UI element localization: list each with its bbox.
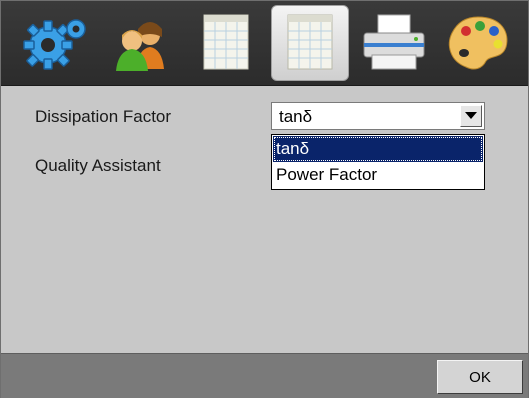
toolbar <box>1 1 528 86</box>
calendar-icon <box>287 14 333 70</box>
calendar-button-1[interactable] <box>187 5 265 81</box>
option-tan-delta[interactable]: tanδ <box>273 136 483 162</box>
settings-panel: Dissipation Factor Quality Assistant tan… <box>1 86 528 352</box>
palette-icon <box>448 16 508 70</box>
dropdown-list: tanδ Power Factor <box>271 134 485 190</box>
calendar-button-2[interactable] <box>271 5 349 81</box>
printer-button[interactable] <box>355 5 433 81</box>
footer-bar: OK <box>1 353 528 398</box>
palette-button[interactable] <box>439 5 517 81</box>
option-power-factor[interactable]: Power Factor <box>273 162 483 188</box>
chevron-down-icon <box>465 112 477 119</box>
dropdown-button[interactable] <box>460 105 482 127</box>
settings-button[interactable] <box>17 5 95 81</box>
printer-icon <box>363 14 425 70</box>
users-button[interactable] <box>103 5 181 81</box>
window: Dissipation Factor Quality Assistant tan… <box>0 0 529 398</box>
ok-button[interactable]: OK <box>437 360 523 394</box>
calendar-icon <box>203 14 249 70</box>
select-value: tanδ <box>279 107 313 126</box>
dissipation-factor-select[interactable]: tanδ <box>271 102 485 130</box>
gear-icon <box>23 19 86 70</box>
dissipation-factor-label: Dissipation Factor <box>35 107 172 126</box>
users-icon <box>116 22 164 71</box>
quality-assistant-label: Quality Assistant <box>35 156 161 175</box>
